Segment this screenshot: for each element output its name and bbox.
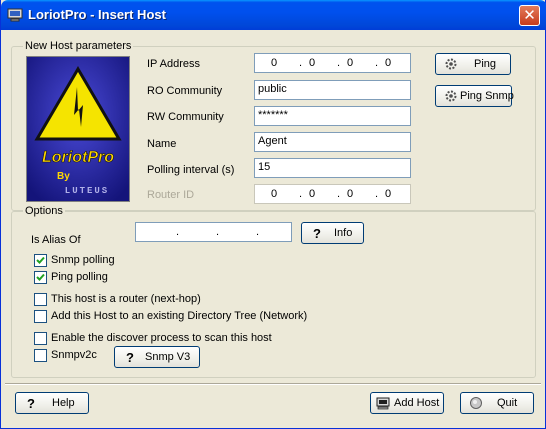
svg-text:LUTEUS: LUTEUS — [65, 186, 109, 196]
ping-polling-checkbox[interactable] — [34, 271, 47, 284]
name-label: Name — [147, 138, 177, 150]
router-id-input[interactable]: 0 . 0 . 0 . 0 — [254, 184, 411, 204]
ping-snmp-button-label: Ping Snmp — [460, 90, 514, 102]
discover-checkbox[interactable] — [34, 332, 47, 345]
ping-snmp-button[interactable]: Ping Snmp — [435, 85, 514, 107]
ip-octet-2[interactable]: 0 — [303, 57, 321, 69]
router-octet-4[interactable]: 0 — [379, 188, 397, 200]
check-icon — [36, 256, 45, 264]
ip-octet-4[interactable]: 0 — [379, 57, 397, 69]
add-host-button-label: Add Host — [394, 397, 440, 409]
quit-button-label: Quit — [497, 397, 518, 409]
polling-interval-input[interactable]: 15 — [254, 158, 411, 178]
ip-dot: . — [299, 57, 303, 69]
ping-polling-label: Ping polling — [51, 271, 108, 283]
svg-text:?: ? — [27, 396, 35, 410]
ping-button[interactable]: Ping — [435, 53, 511, 75]
name-input[interactable]: Agent — [254, 132, 411, 152]
window-title: LoriotPro - Insert Host — [28, 7, 166, 22]
ip-address-label: IP Address — [147, 58, 200, 70]
ip-dot: . — [375, 188, 379, 200]
footer-separator — [5, 383, 541, 385]
ip-octet-1[interactable]: 0 — [265, 57, 283, 69]
rw-community-input[interactable]: ******* — [254, 106, 411, 126]
check-icon — [36, 273, 45, 281]
ip-dot: . — [375, 57, 379, 69]
help-icon: ? — [126, 350, 134, 364]
polling-interval-label: Polling interval (s) — [147, 164, 235, 176]
host-parameters-legend: New Host parameters — [23, 40, 134, 52]
ro-community-label: RO Community — [147, 85, 223, 97]
loriotpro-logo: LoriotPro By LUTEUS — [26, 56, 130, 202]
router-octet-3[interactable]: 0 — [341, 188, 359, 200]
ip-octet-3[interactable]: 0 — [341, 57, 359, 69]
insert-host-window: LoriotPro - Insert Host ✕ New Host param… — [0, 0, 546, 429]
snmpv2c-checkbox[interactable] — [34, 349, 47, 362]
ping-button-label: Ping — [474, 58, 497, 70]
ro-community-input[interactable]: public — [254, 80, 411, 100]
quit-icon — [470, 397, 482, 409]
ip-dot: . — [299, 188, 303, 200]
options-legend: Options — [23, 205, 65, 217]
ip-dot: . — [176, 226, 180, 238]
router-octet-2[interactable]: 0 — [303, 188, 321, 200]
alias-of-label: Is Alias Of — [31, 234, 81, 246]
router-label: This host is a router (next-hop) — [51, 293, 201, 305]
svg-text:LoriotPro: LoriotPro — [42, 149, 114, 166]
gear-icon — [445, 58, 457, 70]
router-id-label: Router ID — [147, 189, 195, 201]
snmp-v3-button[interactable]: ? Snmp V3 — [114, 346, 200, 368]
svg-text:?: ? — [126, 350, 134, 364]
ip-dot: . — [256, 226, 260, 238]
help-icon: ? — [27, 396, 35, 410]
svg-text:?: ? — [313, 226, 321, 240]
router-octet-1[interactable]: 0 — [265, 188, 283, 200]
snmp-v3-button-label: Snmp V3 — [145, 351, 191, 363]
add-tree-label: Add this Host to an existing Directory T… — [51, 310, 308, 322]
close-icon: ✕ — [523, 7, 536, 24]
add-host-button[interactable]: Add Host — [370, 392, 444, 414]
snmpv2c-label: Snmpv2c — [51, 349, 97, 361]
info-button-label: Info — [334, 227, 353, 239]
close-button[interactable]: ✕ — [519, 5, 540, 26]
ip-dot: . — [216, 226, 220, 238]
discover-label: Enable the discover process to scan this… — [51, 332, 272, 344]
logo-image: LoriotPro By LUTEUS — [27, 57, 129, 201]
gear-icon — [445, 90, 457, 102]
alias-of-input[interactable]: . . . — [135, 222, 292, 242]
router-checkbox[interactable] — [34, 293, 47, 306]
snmp-polling-checkbox[interactable] — [34, 254, 47, 267]
help-button-label: Help — [52, 397, 75, 409]
svg-text:By: By — [57, 171, 70, 182]
computer-icon — [376, 397, 390, 410]
rw-community-label: RW Community — [147, 111, 224, 123]
snmp-polling-label: Snmp polling — [51, 254, 115, 266]
help-icon: ? — [313, 226, 321, 240]
title-bar[interactable]: LoriotPro - Insert Host ✕ — [1, 0, 546, 30]
add-tree-checkbox[interactable] — [34, 310, 47, 323]
info-button[interactable]: ? Info — [301, 222, 364, 244]
ip-dot: . — [337, 188, 341, 200]
ip-dot: . — [337, 57, 341, 69]
ip-address-input[interactable]: 0 . 0 . 0 . 0 — [254, 53, 411, 73]
computer-icon — [7, 8, 23, 22]
quit-button[interactable]: Quit — [460, 392, 534, 414]
help-button[interactable]: ? Help — [15, 392, 89, 414]
